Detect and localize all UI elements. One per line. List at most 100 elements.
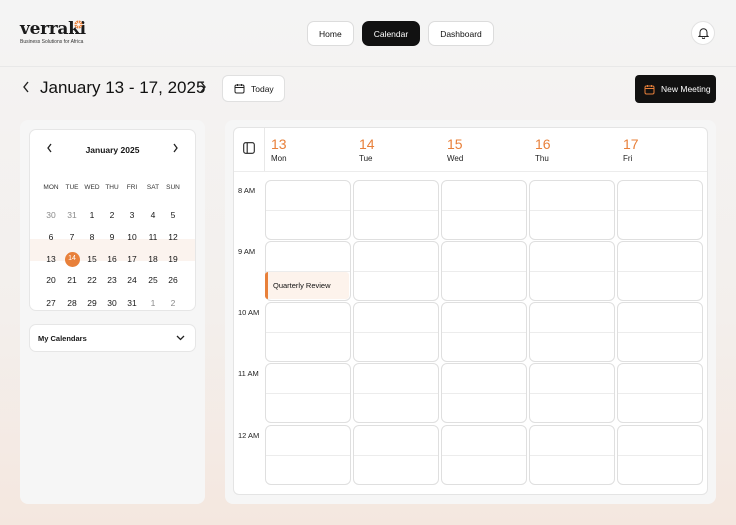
mini-day[interactable]: 27 [41,296,61,310]
mini-day[interactable]: 25 [143,273,163,287]
mini-day[interactable]: 17 [122,252,142,266]
time-slot[interactable] [353,302,439,362]
header-row-divider [234,171,707,172]
day-name: Tue [359,154,373,163]
sidebar-toggle-icon[interactable] [243,142,255,154]
mini-day[interactable]: 21 [62,273,82,287]
mini-day[interactable]: 18 [143,252,163,266]
mini-day[interactable]: 3 [122,208,142,222]
mini-day[interactable]: 10 [122,230,142,244]
time-slot[interactable] [353,241,439,301]
weekday-label: SUN [166,184,180,191]
time-slot[interactable] [353,180,439,240]
mini-day[interactable]: 6 [41,230,61,244]
nav-home-button[interactable]: Home [307,21,354,46]
time-slot[interactable] [617,241,703,301]
mini-day[interactable]: 1 [143,296,163,310]
week-grid: 13 Mon 14 Tue 15 Wed 16 Thu 17 Fri 8 AM 9 AM 10 AM 11… [233,127,708,495]
time-slot[interactable] [265,180,351,240]
time-slot[interactable] [441,363,527,423]
mini-day[interactable]: 20 [41,273,61,287]
time-slot[interactable] [529,241,615,301]
time-slot[interactable] [441,180,527,240]
mini-day[interactable]: 8 [82,230,102,244]
event-quarterly-review[interactable]: Quarterly Review [265,272,349,299]
mini-day[interactable]: 15 [82,252,102,266]
chevron-left-icon [23,81,29,93]
notifications-button[interactable] [691,21,715,45]
mini-day-today[interactable]: 14 [62,252,82,266]
time-slot[interactable] [617,363,703,423]
mini-day[interactable]: 13 [41,252,61,266]
time-slot[interactable] [529,425,615,485]
new-meeting-button[interactable]: New Meeting [635,75,716,103]
time-slot[interactable] [529,302,615,362]
mini-day[interactable]: 2 [102,208,122,222]
day-name: Thu [535,154,549,163]
mini-calendar: January 2025 MON TUE WED THU FRI SAT SUN 30 31 1 2… [29,129,196,311]
mini-day[interactable]: 7 [62,230,82,244]
week-view-panel: 13 Mon 14 Tue 15 Wed 16 Thu 17 Fri 8 AM 9 AM 10 AM 11… [225,120,716,504]
day-number: 16 [535,136,551,152]
hour-label: 10 AM [238,308,260,317]
mini-day[interactable]: 4 [143,208,163,222]
mini-day[interactable]: 2 [163,296,183,310]
chevron-right-icon [173,143,178,153]
mini-day[interactable]: 1 [82,208,102,222]
mini-day[interactable]: 30 [41,208,61,222]
mini-day[interactable]: 31 [122,296,142,310]
day-name: Wed [447,154,464,163]
time-slot[interactable] [441,302,527,362]
weekday-label: MON [43,184,59,191]
logo-sunburst-icon [74,20,83,29]
mini-day[interactable]: 16 [102,252,122,266]
my-calendars-toggle[interactable]: My Calendars [29,324,196,352]
time-slot[interactable] [617,425,703,485]
today-button[interactable]: Today [222,75,285,102]
day-number: 13 [271,136,287,152]
time-slot[interactable] [353,425,439,485]
time-slot[interactable] [265,302,351,362]
today-label: Today [251,83,274,94]
next-week-button[interactable] [199,80,207,97]
brand-logo[interactable]: verraki Business Solutions for Africa [20,20,86,45]
mini-day[interactable]: 9 [102,230,122,244]
time-slot[interactable] [265,363,351,423]
weekday-label: WED [84,184,100,191]
mini-day[interactable]: 23 [102,273,122,287]
mini-day[interactable]: 12 [163,230,183,244]
time-slot[interactable] [529,363,615,423]
mini-day[interactable]: 30 [102,296,122,310]
mini-day[interactable]: 11 [143,230,163,244]
nav-calendar-button[interactable]: Calendar [361,21,421,46]
weekday-label: SAT [146,184,160,191]
prev-week-button[interactable] [22,80,30,97]
nav-dashboard-button[interactable]: Dashboard [428,21,494,46]
time-slot[interactable] [617,302,703,362]
time-slot[interactable] [617,180,703,240]
mini-day[interactable]: 29 [82,296,102,310]
time-slot[interactable] [441,241,527,301]
calendar-icon [234,84,245,94]
weekday-label: THU [105,184,119,191]
time-slot[interactable] [529,180,615,240]
header-divider [0,66,736,67]
mini-day[interactable]: 28 [62,296,82,310]
hour-label: 12 AM [238,431,260,440]
day-number: 14 [359,136,375,152]
time-slot[interactable] [353,363,439,423]
time-slot[interactable] [265,425,351,485]
day-name: Fri [623,154,633,163]
mini-day[interactable]: 19 [163,252,183,266]
time-slot[interactable] [441,425,527,485]
mini-month-title: January 2025 [85,145,140,155]
mini-day[interactable]: 26 [163,273,183,287]
chevron-right-icon [200,81,206,93]
calendar-icon [644,84,655,94]
mini-day[interactable]: 31 [62,208,82,222]
mini-day[interactable]: 5 [163,208,183,222]
mini-next-month-button[interactable] [172,141,179,156]
my-calendars-label: My Calendars [38,333,87,343]
mini-day[interactable]: 24 [122,273,142,287]
mini-day[interactable]: 22 [82,273,102,287]
